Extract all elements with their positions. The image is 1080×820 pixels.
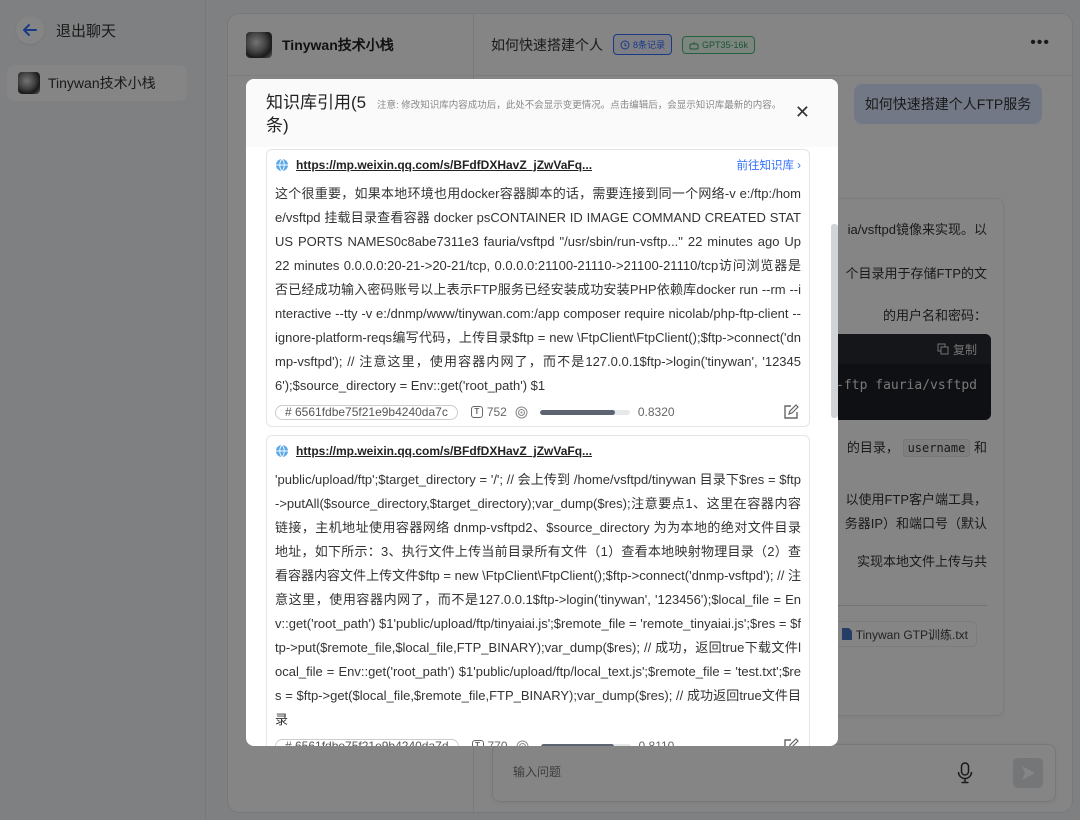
token-count: T 770 <box>471 739 508 746</box>
go-to-knowledge-base-link[interactable]: 前往知识库 › <box>736 157 801 173</box>
quote-footer: # 6561fdbe75f21e9b4240da7d T 770 0.8110 <box>275 732 801 746</box>
globe-icon <box>276 444 288 458</box>
similarity-score: 0.8110 <box>638 739 675 746</box>
similarity-score: 0.8320 <box>637 405 675 419</box>
quote-footer: # 6561fdbe75f21e9b4240da7c T 752 0.8320 <box>275 398 801 426</box>
modal-title: 知识库引用(5条) <box>266 93 367 135</box>
quote-item: https://mp.weixin.qq.com/s/BFdfDXHavZ_jZ… <box>266 435 810 746</box>
quote-source-link[interactable]: https://mp.weixin.qq.com/s/BFdfDXHavZ_jZ… <box>296 444 592 458</box>
quote-id: # 6561fdbe75f21e9b4240da7c <box>275 404 458 420</box>
go-to-kb-label: 前往知识库 <box>736 160 794 172</box>
quote-id: # 6561fdbe75f21e9b4240da7d <box>275 738 459 746</box>
quote-list: https://mp.weixin.qq.com/s/BFdfDXHavZ_jZ… <box>266 147 810 746</box>
similarity-score-fill <box>540 743 614 746</box>
token-count-value: 752 <box>486 405 507 419</box>
token-icon: T <box>471 740 484 746</box>
token-icon: T <box>470 406 483 418</box>
knowledge-quote-modal: 知识库引用(5条) 注意: 修改知识库内容成功后，此处不会显示变更情况。点击编辑… <box>246 79 838 746</box>
quote-source-link[interactable]: https://mp.weixin.qq.com/s/BFdfDXHavZ_jZ… <box>296 158 592 172</box>
target-icon <box>515 406 528 418</box>
edit-icon[interactable] <box>783 404 799 420</box>
globe-icon <box>276 158 288 172</box>
quote-content: 'public/upload/ftp';$target_directory = … <box>275 472 801 727</box>
close-button[interactable]: ✕ <box>795 103 810 121</box>
modal-scrollbar[interactable] <box>831 224 838 418</box>
token-count: T 752 <box>470 405 507 419</box>
quote-content: 这个很重要，如果本地环境也用docker容器脚本的话，需要连接到同一个网络-v … <box>275 186 801 393</box>
modal-header: 知识库引用(5条) 注意: 修改知识库内容成功后，此处不会显示变更情况。点击编辑… <box>246 79 838 147</box>
quote-header: https://mp.weixin.qq.com/s/BFdfDXHavZ_jZ… <box>275 436 801 466</box>
modal-note: 注意: 修改知识库内容成功后，此处不会显示变更情况。点击编辑后，会显示知识库最新… <box>377 100 782 111</box>
similarity-score-bar <box>539 409 630 415</box>
similarity-score-bar <box>540 743 631 746</box>
similarity-score-fill <box>539 409 615 415</box>
token-count-value: 770 <box>487 739 508 746</box>
target-icon <box>516 740 529 746</box>
quote-header: https://mp.weixin.qq.com/s/BFdfDXHavZ_jZ… <box>275 150 801 180</box>
edit-icon[interactable] <box>783 738 799 746</box>
quote-item: https://mp.weixin.qq.com/s/BFdfDXHavZ_jZ… <box>266 149 810 427</box>
